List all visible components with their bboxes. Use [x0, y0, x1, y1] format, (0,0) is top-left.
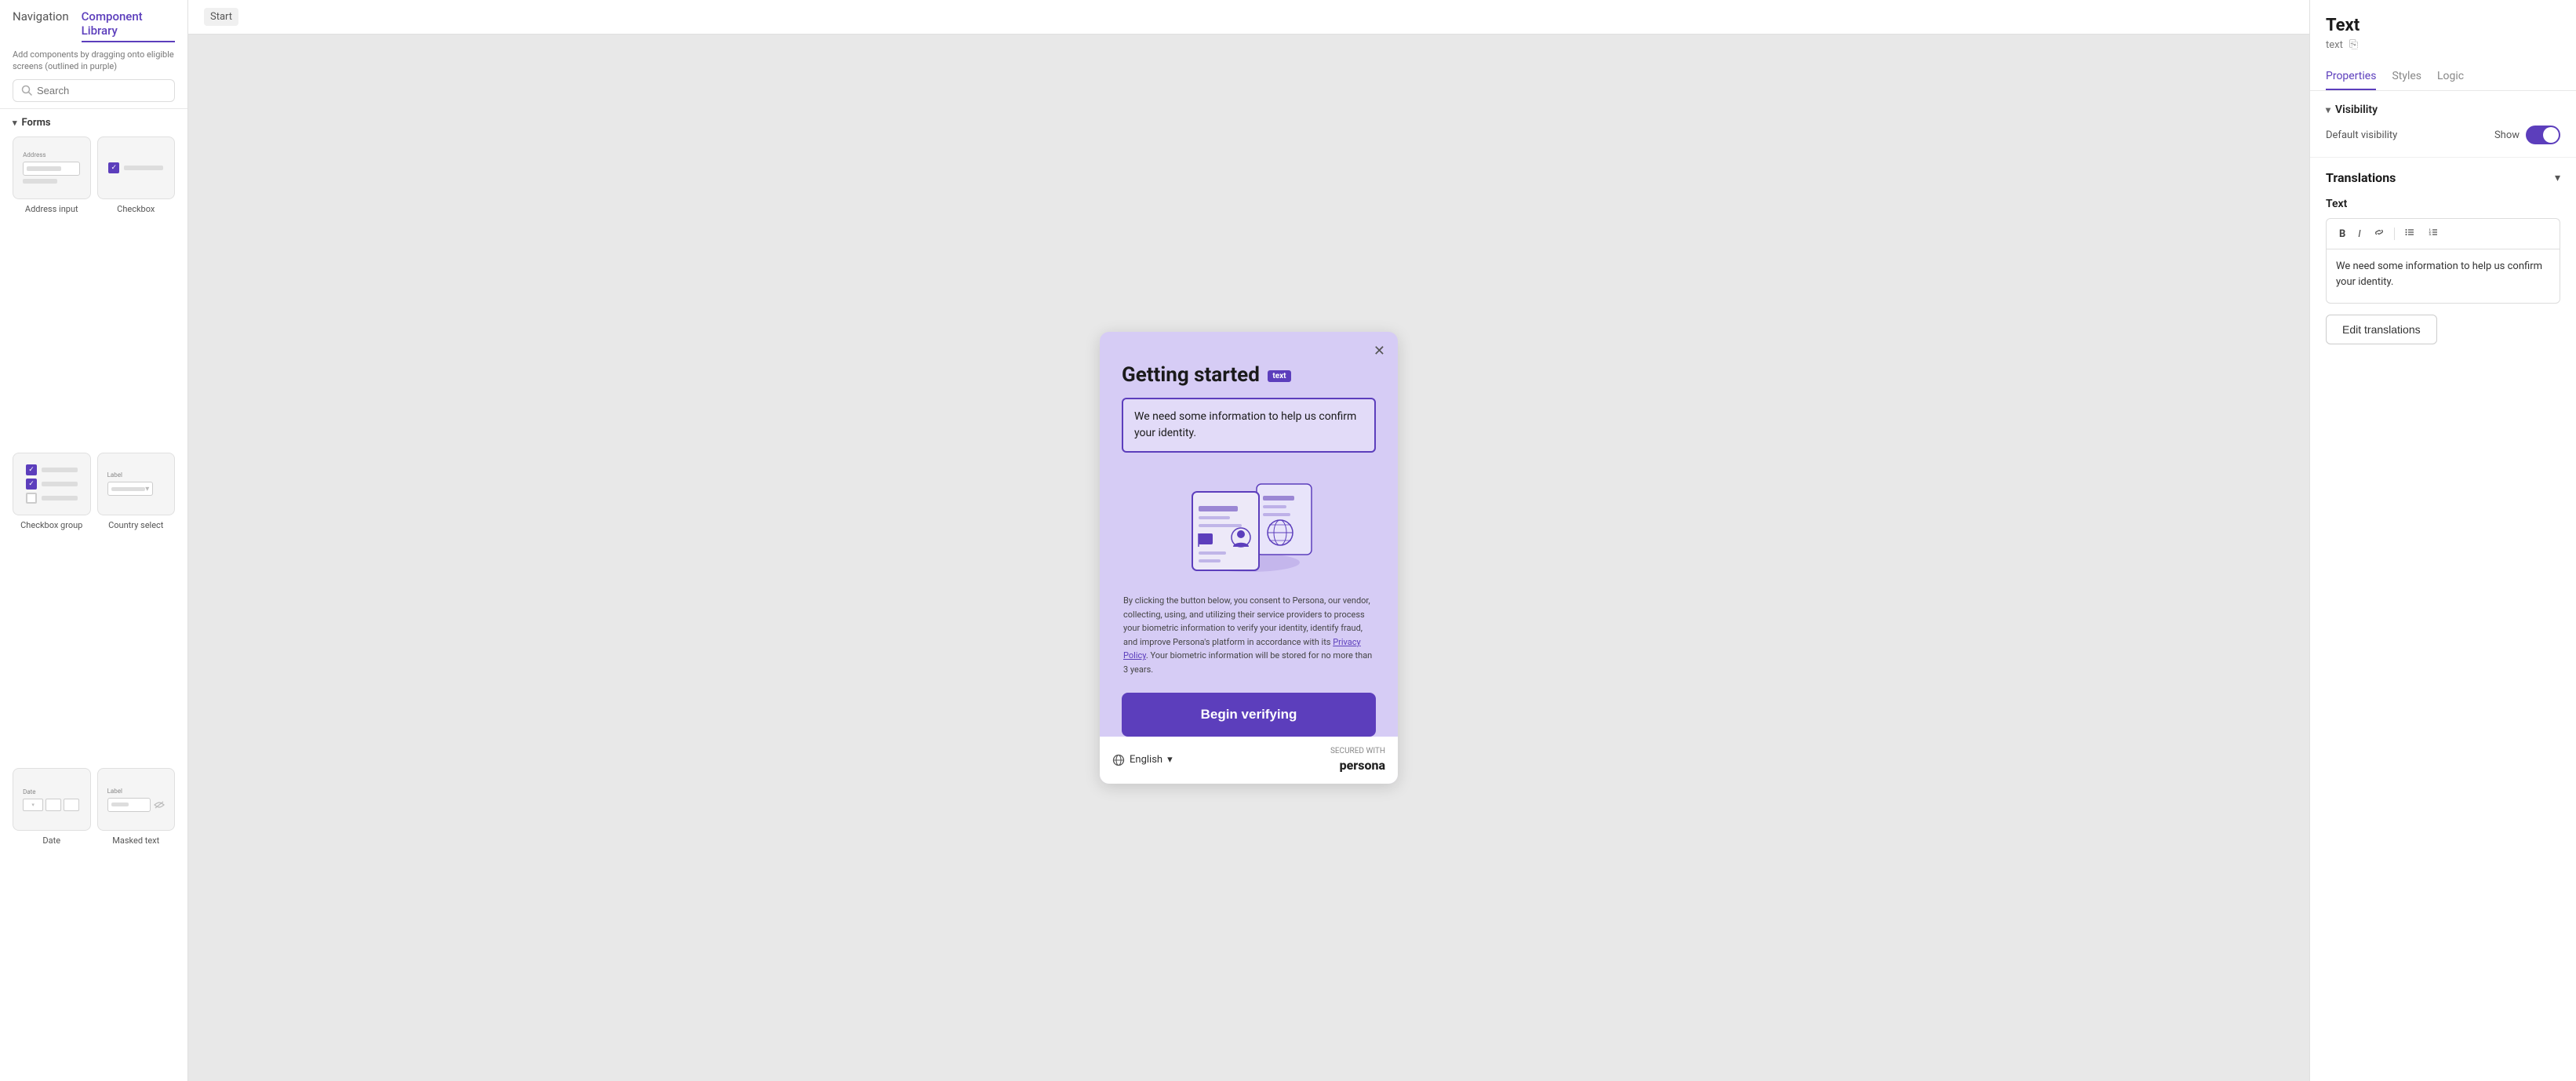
country-select-preview: ▾ — [107, 482, 154, 496]
panel-subtitle: text — [2326, 39, 2343, 51]
translations-title: Translations — [2326, 170, 2396, 185]
tab-styles[interactable]: Styles — [2392, 64, 2421, 90]
checkbox-group-preview: ✓ ✓ — [20, 458, 84, 510]
tab-component-library[interactable]: Component Library — [82, 9, 175, 42]
modal-close-button[interactable]: ✕ — [1374, 344, 1385, 359]
dropdown-arrow: ▾ — [1167, 754, 1173, 766]
component-label: Masked text — [112, 835, 159, 846]
list-ordered-icon: 1. 2. 3. — [2428, 227, 2439, 238]
svg-text:3.: 3. — [2429, 232, 2431, 236]
component-card-country-select[interactable]: Label ▾ Country select — [97, 453, 176, 763]
modal-footer: English ▾ SECURED WITH persona — [1100, 737, 1398, 784]
visibility-row: Default visibility Show — [2326, 126, 2560, 144]
search-icon — [21, 85, 32, 96]
show-label: Show — [2494, 129, 2520, 141]
rich-text-toolbar: B I — [2326, 218, 2560, 249]
component-card-address-input[interactable]: Address Address input — [13, 136, 91, 446]
list-unordered-button[interactable] — [2401, 225, 2418, 242]
section-header-forms: ▾ Forms — [0, 109, 187, 133]
cta-button[interactable]: Begin verifying — [1122, 693, 1376, 737]
visibility-section-title: ▾ Visibility — [2326, 104, 2378, 116]
component-preview-checkbox: ✓ — [97, 136, 176, 199]
modal-content: Getting started text We need some inform… — [1100, 332, 1398, 737]
component-preview-masked-text: Label — [97, 768, 176, 831]
component-label: Address input — [25, 204, 78, 214]
panel-title: Text — [2326, 16, 2560, 35]
visibility-section: ▾ Visibility Default visibility Show — [2310, 91, 2576, 158]
language-selector[interactable]: English ▾ — [1112, 754, 1173, 766]
link-icon — [2374, 227, 2385, 238]
language-label: English — [1130, 754, 1162, 766]
tab-properties[interactable]: Properties — [2326, 64, 2376, 90]
text-field-label: Text — [2326, 198, 2560, 210]
component-label: Checkbox group — [20, 520, 82, 530]
sidebar-header: Navigation Component Library Add compone… — [0, 0, 187, 109]
component-preview-date: Date ▾ — [13, 768, 91, 831]
text-badge: text — [1268, 370, 1290, 382]
component-preview-address: Address — [13, 136, 91, 199]
masked-text-preview: Label — [107, 788, 165, 812]
modal-container: ✕ Getting started text We need some info… — [1100, 332, 1398, 784]
modal-illustration — [1122, 468, 1376, 578]
translations-chevron-icon[interactable]: ▾ — [2555, 172, 2560, 184]
tab-navigation[interactable]: Navigation — [13, 9, 69, 42]
start-tab[interactable]: Start — [204, 8, 238, 26]
link-button[interactable] — [2370, 225, 2388, 242]
edit-translations-button[interactable]: Edit translations — [2326, 315, 2437, 344]
chevron-icon: ▾ — [13, 118, 17, 128]
visibility-toggle[interactable] — [2526, 126, 2560, 144]
component-label: Country select — [108, 520, 163, 530]
search-box[interactable] — [13, 79, 175, 102]
sidebar: Navigation Component Library Add compone… — [0, 0, 188, 1081]
main-canvas: Start ✕ Getting started text We need som… — [188, 0, 2309, 1081]
sidebar-hint: Add components by dragging onto eligible… — [13, 49, 175, 73]
date-preview: ▾ — [23, 799, 80, 811]
right-panel: Text text ⎘ Properties Styles Logic ▾ Vi… — [2309, 0, 2576, 1081]
cb1: ✓ — [26, 464, 37, 475]
component-preview-checkbox-group: ✓ ✓ — [13, 453, 91, 515]
panel-subtitle-row: text ⎘ — [2326, 38, 2560, 51]
checkbox-preview: ✓ — [108, 162, 119, 173]
canvas-top-bar: Start — [188, 0, 2309, 35]
visibility-section-header: ▾ Visibility — [2326, 104, 2560, 116]
translations-section: Translations ▾ Text B I — [2310, 158, 2576, 357]
component-preview-country-select: Label ▾ — [97, 453, 176, 515]
component-card-date[interactable]: Date ▾ Date — [13, 768, 91, 1078]
section-chevron-icon: ▾ — [2326, 104, 2330, 115]
list-unordered-icon — [2404, 227, 2415, 238]
component-card-checkbox-group[interactable]: ✓ ✓ Checkbox group — [13, 453, 91, 763]
modal-title: Getting started text — [1122, 363, 1376, 387]
component-card-masked-text[interactable]: Label Masked text — [97, 768, 176, 1078]
panel-header: Text text ⎘ — [2310, 0, 2576, 64]
italic-button[interactable]: I — [2355, 227, 2363, 242]
globe-icon — [1112, 754, 1125, 766]
search-input[interactable] — [37, 85, 166, 96]
list-ordered-button[interactable]: 1. 2. 3. — [2425, 225, 2442, 242]
components-grid: Address Address input ✓ Checkbox — [0, 133, 187, 1081]
toolbar-divider — [2394, 227, 2395, 240]
translations-header: Translations ▾ — [2326, 170, 2560, 185]
component-card-checkbox[interactable]: ✓ Checkbox — [97, 136, 176, 446]
component-label: Checkbox — [117, 204, 155, 214]
panel-tabs: Properties Styles Logic — [2310, 64, 2576, 91]
component-label: Date — [42, 835, 60, 846]
canvas-area: ✕ Getting started text We need some info… — [188, 35, 2309, 1081]
modal-description: We need some information to help us conf… — [1122, 398, 1376, 453]
sidebar-nav-tabs: Navigation Component Library — [13, 9, 175, 42]
default-visibility-label: Default visibility — [2326, 129, 2397, 141]
cb3 — [26, 493, 37, 504]
section-label: Forms — [22, 117, 51, 129]
persona-badge: SECURED WITH persona — [1330, 746, 1385, 774]
tab-logic[interactable]: Logic — [2437, 64, 2464, 90]
cb2: ✓ — [26, 479, 37, 490]
bold-button[interactable]: B — [2336, 227, 2349, 242]
toggle-row: Show — [2494, 126, 2560, 144]
rich-text-content[interactable]: We need some information to help us conf… — [2326, 249, 2560, 304]
illustration-svg — [1170, 468, 1327, 578]
copy-icon[interactable]: ⎘ — [2349, 38, 2358, 51]
modal-consent-text: By clicking the button below, you consen… — [1122, 594, 1376, 677]
